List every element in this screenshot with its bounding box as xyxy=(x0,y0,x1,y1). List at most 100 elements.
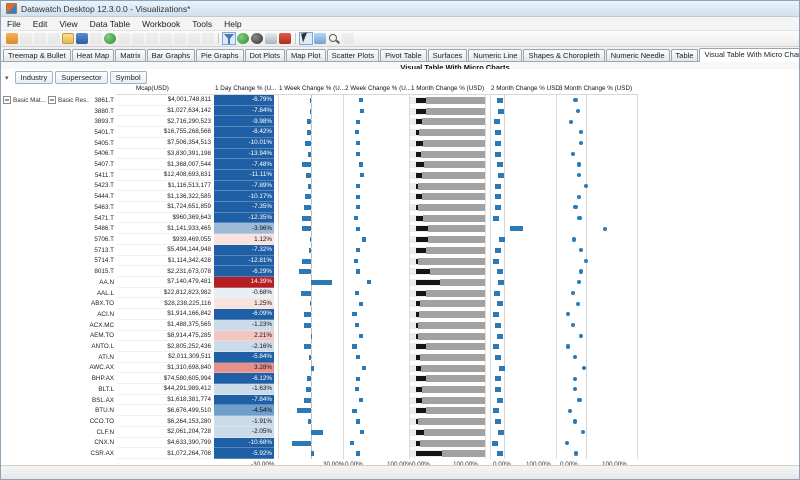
record-icon[interactable] xyxy=(251,33,263,44)
table-row[interactable]: BSL.AX $1,618,381,774 -7.84% xyxy=(1,394,641,406)
tab-heat-map[interactable]: Heat Map xyxy=(71,49,115,61)
tab-dot-plots[interactable]: Dot Plots xyxy=(244,49,285,61)
month1-bullet-chart xyxy=(410,223,486,235)
tab-numeric-line[interactable]: Numeric Line xyxy=(468,49,523,61)
tab-matrix[interactable]: Matrix xyxy=(115,49,146,61)
table-row[interactable]: BLT.L $44,291,989,412 -1.63% xyxy=(1,384,641,395)
month1-bullet-chart xyxy=(410,159,486,170)
menu-item-tools[interactable]: Tools xyxy=(186,19,218,29)
table-row[interactable]: CSR.AX $1,072,264,708 -5.92% xyxy=(1,448,641,459)
table-row[interactable]: 5713.T $5,494,144,948 -7.32% xyxy=(1,244,641,256)
save-icon[interactable] xyxy=(76,33,88,44)
month3-dot xyxy=(579,333,584,338)
table-row[interactable]: AA.N $7,140,479,481 14.39% xyxy=(1,277,641,288)
table-row[interactable]: 5706.T $939,469,055 1.12% xyxy=(1,234,641,245)
table-row[interactable]: 5486.T $1,141,933,465 -3.96% xyxy=(1,223,641,235)
month3-dot-chart xyxy=(557,212,638,224)
tab-pivot-table[interactable]: Pivot Table xyxy=(380,49,427,61)
table-row[interactable]: 5401.T $16,755,268,568 -8.42% xyxy=(1,127,641,138)
open-icon[interactable] xyxy=(62,33,74,44)
table-row[interactable]: BTU.N $6,676,499,510 -4.54% xyxy=(1,405,641,417)
table-row[interactable]: CNX.N $4,633,390,799 -10.68% xyxy=(1,437,641,449)
table-row[interactable]: 5471.T $960,369,643 -12.35% xyxy=(1,212,641,224)
column-header-mcap-usd-[interactable]: Mcap(USD) xyxy=(136,85,169,92)
month1-bullet-chart xyxy=(410,437,486,449)
zero-line xyxy=(311,212,312,224)
column-header-3-month-change-usd-[interactable]: 3 Month Change % (USD) xyxy=(559,85,632,92)
table-row[interactable]: ACX.MC $1,488,375,565 -1.23% xyxy=(1,319,641,331)
table-row[interactable]: 3893.T $2,716,290,523 -9.98% xyxy=(1,116,641,128)
breadcrumb-button-industry[interactable]: Industry xyxy=(14,71,54,84)
export-pdf-icon[interactable] xyxy=(279,33,291,44)
table-row[interactable]: 5444.T $1,136,322,585 -10.17% xyxy=(1,191,641,203)
table-row[interactable]: 3880.T $1,027,634,142 -7.84% xyxy=(1,105,641,117)
table-row[interactable]: ABX.TO $28,238,225,116 1.25% xyxy=(1,298,641,310)
table-row[interactable]: 8015.T $2,231,673,078 -6.29% xyxy=(1,266,641,277)
table-row[interactable]: ANTO.L $2,805,252,436 -2.16% xyxy=(1,341,641,352)
publish-icon[interactable] xyxy=(104,33,116,44)
tab-table[interactable]: Table xyxy=(670,49,699,61)
tab-visual-table-with-micro-charts[interactable]: Visual Table With Micro Charts xyxy=(699,48,799,62)
menu-item-workbook[interactable]: Workbook xyxy=(136,19,186,29)
tab-scatter-plots[interactable]: Scatter Plots xyxy=(326,49,380,61)
table-row[interactable]: 5405.T $7,506,354,513 -10.01% xyxy=(1,137,641,149)
tab-numeric-needle[interactable]: Numeric Needle xyxy=(605,49,670,61)
bullet-value xyxy=(416,322,418,328)
chevron-down-icon[interactable]: ▾ xyxy=(5,74,9,82)
table-row[interactable]: 5423.T $1,116,513,177 -7.89% xyxy=(1,180,641,192)
table-row[interactable]: ATI.N $2,011,309,511 -5.84% xyxy=(1,351,641,363)
rubber-band-icon[interactable] xyxy=(314,33,326,44)
select-cursor-icon[interactable] xyxy=(299,32,313,45)
bullet-range xyxy=(418,418,485,426)
table-row[interactable]: 5406.T $3,830,391,198 -13.94% xyxy=(1,148,641,160)
table-row[interactable]: BHP.AX $74,580,605,994 -6.12% xyxy=(1,373,641,385)
table-row[interactable]: ACI.N $1,914,166,842 -6.09% xyxy=(1,309,641,320)
refresh-icon[interactable] xyxy=(237,33,249,44)
table-row[interactable]: CCO.TO $6,264,153,280 -1.91% xyxy=(1,416,641,427)
menu-item-data-table[interactable]: Data Table xyxy=(84,19,136,29)
menu-item-edit[interactable]: Edit xyxy=(27,19,54,29)
column-header-1-month-change-usd-[interactable]: 1 Month Change % (USD) xyxy=(411,85,484,92)
week1-bar-chart xyxy=(278,448,344,459)
column-header-1-week-change-u-[interactable]: 1 Week Change % (U... xyxy=(279,85,345,92)
week2-dot xyxy=(366,280,371,285)
table-row[interactable]: AWC.AX $1,310,698,840 3.28% xyxy=(1,362,641,374)
column-header-1-day-change-u-[interactable]: 1 Day Change % (U... xyxy=(215,85,276,92)
table-row[interactable]: 5407.T $1,368,007,544 -7.48% xyxy=(1,159,641,170)
print-icon[interactable] xyxy=(265,33,277,44)
new-workbook-icon[interactable] xyxy=(6,33,18,44)
table-row[interactable]: CLF.N $2,061,204,728 -2.05% xyxy=(1,426,641,438)
tab-pie-graphs[interactable]: Pie Graphs xyxy=(195,49,244,61)
menu-item-help[interactable]: Help xyxy=(218,19,247,29)
mcap-cell: $4,633,390,799 xyxy=(117,438,213,449)
month2-marker xyxy=(494,354,501,360)
tab-shapes-choropleth[interactable]: Shapes & Choropleth xyxy=(523,49,605,61)
table-row[interactable]: 5411.T $12,408,693,831 -11.11% xyxy=(1,169,641,181)
filter-icon[interactable] xyxy=(222,32,236,45)
bullet-value xyxy=(416,108,426,114)
month2-marker xyxy=(496,98,503,103)
gridline xyxy=(585,448,587,459)
month2-dot-chart xyxy=(490,255,557,267)
column-header-2-week-change-u-[interactable]: 2 Week Change % (U... xyxy=(345,85,411,92)
breadcrumb-button-symbol[interactable]: Symbol xyxy=(109,71,147,84)
tab-bar-graphs[interactable]: Bar Graphs xyxy=(146,49,195,61)
menu-item-view[interactable]: View xyxy=(53,19,83,29)
tab-surfaces[interactable]: Surfaces xyxy=(427,49,468,61)
table-row[interactable]: AAL.L $22,812,823,982 -0.68% xyxy=(1,287,641,299)
zoom-icon[interactable] xyxy=(328,33,340,44)
checkbox-industry[interactable] xyxy=(3,96,11,105)
tab-treemap-bullet[interactable]: Treemap & Bullet xyxy=(3,49,71,61)
tab-map-plot[interactable]: Map Plot xyxy=(285,49,326,61)
table-row[interactable]: Basic Mat... Basic Res... 3861.T $4,001,748… xyxy=(1,95,641,106)
symbol-cell: 5423.T xyxy=(94,182,114,190)
menu-item-file[interactable]: File xyxy=(1,19,27,29)
bullet-value xyxy=(416,151,422,157)
breadcrumb-button-supersector[interactable]: Supersector xyxy=(55,71,108,84)
table-row[interactable]: AEM.TO $8,914,475,285 2.21% xyxy=(1,330,641,342)
month1-bullet-chart xyxy=(410,330,486,342)
table-row[interactable]: 5463.T $1,724,651,859 -7.35% xyxy=(1,202,641,213)
checkbox-supersector[interactable] xyxy=(48,96,56,105)
table-row[interactable]: 5714.T $1,114,342,428 -12.81% xyxy=(1,255,641,267)
column-header-2-month-change-usd[interactable]: 2 Month Change % USD xyxy=(491,85,560,92)
